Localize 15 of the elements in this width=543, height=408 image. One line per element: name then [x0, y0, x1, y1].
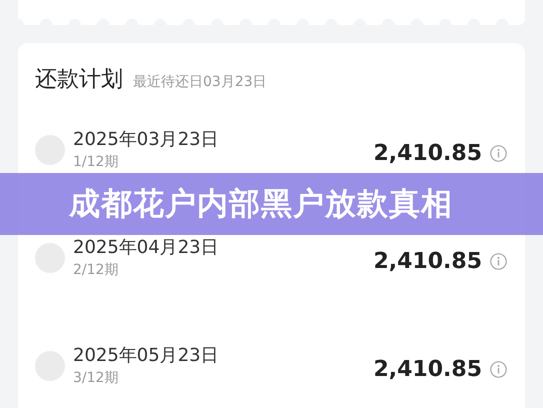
info-icon[interactable]: [490, 360, 507, 378]
info-icon[interactable]: [490, 252, 507, 270]
period-label: 2/12期: [73, 261, 120, 280]
amount: 2,410.85: [373, 356, 482, 382]
info-icon[interactable]: [490, 144, 507, 162]
due-date: 2025年04月23日: [73, 236, 220, 260]
amount: 2,410.85: [373, 140, 482, 166]
section-title: 还款计划: [35, 67, 123, 93]
due-date-note: 最近待还日03月23日: [133, 73, 267, 91]
period-label: 1/12期: [73, 153, 120, 172]
amount: 2,410.85: [373, 248, 482, 274]
period-label: 3/12期: [73, 369, 120, 388]
due-date: 2025年03月23日: [73, 128, 220, 152]
due-date: 2025年05月23日: [73, 344, 220, 368]
headline: 成都花户内部黑户放款真相: [69, 185, 453, 224]
